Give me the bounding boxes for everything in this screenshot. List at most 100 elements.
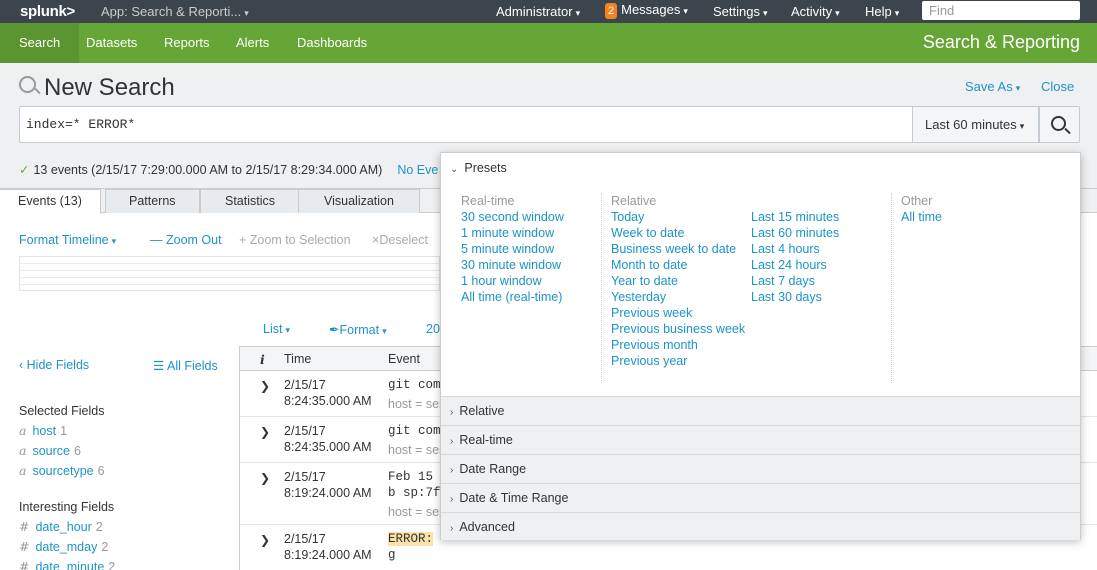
preset-item[interactable]: Yesterday bbox=[611, 289, 745, 305]
section-advanced[interactable]: › Advanced bbox=[441, 512, 1080, 540]
field-item[interactable]: a source 6 bbox=[19, 443, 81, 458]
tab-statistics[interactable]: Statistics bbox=[200, 189, 301, 213]
format-menu[interactable]: ✒Format ▾ bbox=[329, 322, 387, 337]
per-page-menu[interactable]: 20 bbox=[426, 322, 440, 336]
relative-column: Relative Today Week to date Business wee… bbox=[611, 193, 745, 369]
field-item[interactable]: # date_minute 2 bbox=[19, 559, 115, 570]
app-menu-label: App: Search & Reporti... bbox=[101, 4, 242, 19]
column-time[interactable]: Time bbox=[284, 352, 311, 366]
preset-item[interactable]: Last 15 minutes bbox=[751, 209, 839, 225]
preset-item[interactable]: 30 minute window bbox=[461, 257, 564, 273]
search-button[interactable] bbox=[1039, 106, 1080, 143]
preset-item[interactable]: Previous month bbox=[611, 337, 745, 353]
user-menu[interactable]: Administrator ▾ bbox=[496, 4, 580, 19]
section-realtime[interactable]: › Real-time bbox=[441, 425, 1080, 454]
timeline-chart[interactable] bbox=[19, 256, 440, 291]
preset-item[interactable]: Previous week bbox=[611, 305, 745, 321]
preset-item[interactable]: 1 minute window bbox=[461, 225, 564, 241]
field-item[interactable]: # date_mday 2 bbox=[19, 539, 108, 554]
column-event[interactable]: Event bbox=[388, 352, 420, 366]
preset-item[interactable]: Last 4 hours bbox=[751, 241, 839, 257]
interesting-fields-header: Interesting Fields bbox=[19, 500, 115, 514]
event-date: 2/15/17 bbox=[284, 532, 326, 546]
save-as-button[interactable]: Save As ▾ bbox=[965, 79, 1020, 94]
highlighted-term[interactable]: ERROR: bbox=[388, 532, 434, 546]
field-item[interactable]: a sourcetype 6 bbox=[19, 463, 105, 478]
preset-item[interactable]: Today bbox=[611, 209, 745, 225]
chevron-down-icon: ▾ bbox=[894, 8, 900, 18]
preset-item[interactable]: All time (real-time) bbox=[461, 289, 564, 305]
page-title-text: New Search bbox=[44, 74, 175, 101]
app-nav: Search Datasets Reports Alerts Dashboard… bbox=[0, 23, 1097, 63]
expand-icon[interactable]: ❯ bbox=[260, 533, 270, 547]
preset-item[interactable]: All time bbox=[901, 209, 942, 225]
help-menu[interactable]: Help ▾ bbox=[865, 4, 899, 19]
nav-tab-datasets[interactable]: Datasets bbox=[86, 23, 137, 63]
column-divider bbox=[891, 193, 892, 383]
time-range-picker[interactable]: Last 60 minutes ▾ bbox=[912, 106, 1039, 143]
list-view-menu[interactable]: List ▾ bbox=[263, 322, 290, 336]
zoom-selection-label: Zoom to Selection bbox=[249, 233, 351, 247]
chevron-down-icon: ▾ bbox=[382, 326, 387, 336]
app-menu[interactable]: App: Search & Reporti... ▾ bbox=[101, 4, 249, 19]
section-date-range[interactable]: › Date Range bbox=[441, 454, 1080, 483]
preset-item[interactable]: Week to date bbox=[611, 225, 745, 241]
nav-tab-search[interactable]: Search bbox=[0, 23, 80, 63]
settings-menu[interactable]: Settings ▾ bbox=[713, 4, 768, 19]
expand-icon[interactable]: ❯ bbox=[260, 425, 270, 439]
event-host[interactable]: host = ses bbox=[388, 443, 445, 457]
search-query-input[interactable]: index=* ERROR* bbox=[19, 106, 912, 143]
preset-item[interactable]: Month to date bbox=[611, 257, 745, 273]
nav-tab-reports[interactable]: Reports bbox=[164, 23, 210, 63]
close-button[interactable]: Close bbox=[1041, 79, 1074, 94]
splunk-logo[interactable]: splunk> bbox=[20, 3, 75, 20]
preset-item[interactable]: Last 60 minutes bbox=[751, 225, 839, 241]
zoom-selection-button[interactable]: + Zoom to Selection bbox=[239, 233, 351, 247]
expand-icon[interactable]: ❯ bbox=[260, 471, 270, 485]
zoom-out-button[interactable]: — Zoom Out bbox=[150, 233, 222, 247]
preset-item[interactable]: Last 24 hours bbox=[751, 257, 839, 273]
chevron-down-icon: ▾ bbox=[111, 236, 117, 246]
preset-item[interactable]: Last 7 days bbox=[751, 273, 839, 289]
nav-tab-alerts[interactable]: Alerts bbox=[236, 23, 269, 63]
section-label: Relative bbox=[459, 404, 505, 418]
nav-tab-dashboards[interactable]: Dashboards bbox=[297, 23, 367, 63]
section-date-time-range[interactable]: › Date & Time Range bbox=[441, 483, 1080, 512]
tab-events[interactable]: Events (13) bbox=[0, 189, 101, 214]
hide-fields-label: Hide Fields bbox=[26, 358, 90, 372]
preset-item[interactable]: Year to date bbox=[611, 273, 745, 289]
activity-menu[interactable]: Activity ▾ bbox=[791, 4, 840, 19]
relative-column-2: Last 15 minutes Last 60 minutes Last 4 h… bbox=[751, 209, 839, 305]
find-input[interactable]: Find bbox=[922, 1, 1080, 20]
field-item[interactable]: # date_hour 2 bbox=[19, 519, 103, 534]
hide-fields-button[interactable]: ‹ Hide Fields bbox=[19, 358, 89, 372]
deselect-button[interactable]: ×Deselect bbox=[372, 233, 428, 247]
preset-item[interactable]: Business week to date bbox=[611, 241, 745, 257]
event-host[interactable]: host = ses bbox=[388, 397, 445, 411]
chevron-right-icon: › bbox=[450, 407, 454, 418]
status-link[interactable]: No Eve bbox=[397, 163, 438, 177]
all-fields-button[interactable]: ☰ All Fields bbox=[153, 358, 218, 373]
field-item[interactable]: a host 1 bbox=[19, 423, 67, 438]
preset-item[interactable]: 30 second window bbox=[461, 209, 564, 225]
messages-menu[interactable]: 2 Messages ▾ bbox=[605, 2, 688, 19]
chevron-down-icon: ▾ bbox=[835, 8, 840, 18]
preset-item[interactable]: Previous business week bbox=[611, 321, 745, 337]
event-time: 2/15/17 8:19:24.000 AM bbox=[284, 469, 372, 501]
tab-visualization[interactable]: Visualization bbox=[298, 189, 420, 213]
presets-header[interactable]: ⌄ Presets bbox=[450, 161, 507, 175]
preset-item[interactable]: 1 hour window bbox=[461, 273, 564, 289]
section-relative[interactable]: › Relative bbox=[441, 396, 1080, 425]
preset-item[interactable]: 5 minute window bbox=[461, 241, 564, 257]
search-icon bbox=[19, 76, 36, 93]
field-type: # bbox=[19, 559, 30, 570]
preset-item[interactable]: Last 30 days bbox=[751, 289, 839, 305]
preset-item[interactable]: Previous year bbox=[611, 353, 745, 369]
field-count: 2 bbox=[108, 560, 116, 570]
expand-icon[interactable]: ❯ bbox=[260, 379, 270, 393]
tab-patterns[interactable]: Patterns bbox=[105, 189, 200, 213]
event-date: 2/15/17 bbox=[284, 470, 326, 484]
fields-sidebar: ‹ Hide Fields ☰ All Fields Selected Fiel… bbox=[0, 346, 238, 570]
format-timeline-menu[interactable]: Format Timeline ▾ bbox=[19, 233, 116, 247]
event-host[interactable]: host = ses bbox=[388, 505, 445, 519]
